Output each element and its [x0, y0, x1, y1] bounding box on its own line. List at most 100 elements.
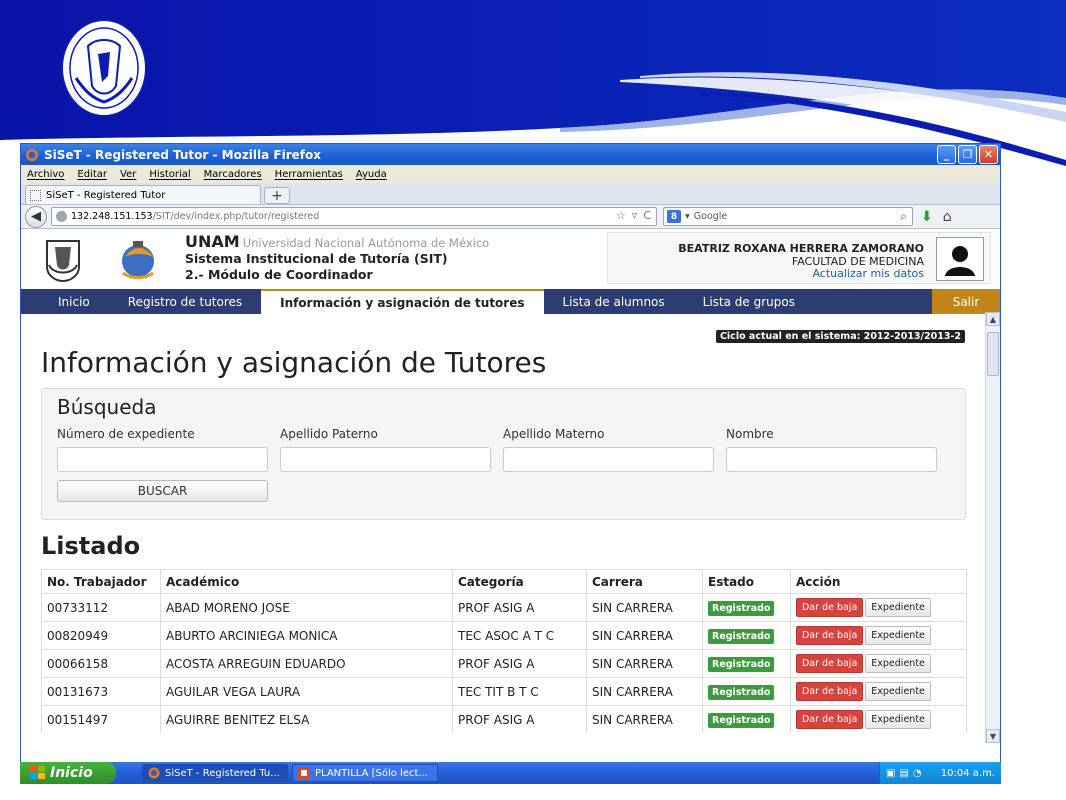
cell-career: SIN CARRERA	[586, 649, 703, 678]
nombre-input[interactable]	[726, 447, 937, 472]
url-bar[interactable]: 132.248.151.153/SIT/dev/index.php/tutor/…	[51, 207, 657, 226]
firefox-icon	[26, 148, 38, 161]
taskbar-item-firefox[interactable]: SiSeT - Registered Tu...	[142, 764, 288, 782]
nav-item-lista-grupos[interactable]: Lista de grupos	[684, 289, 814, 314]
download-arrow-icon[interactable]: ⬇	[921, 209, 933, 225]
table-row: 00820949 ABURTO ARCINIEGA MONICA TEC ASO…	[41, 621, 967, 650]
firefox-icon	[148, 767, 160, 779]
url-host: 132.248.151.153	[71, 211, 153, 222]
new-tab-button[interactable]: +	[264, 187, 290, 204]
drop-tutor-button[interactable]: Dar de baja	[796, 710, 864, 729]
taskbar-item-label: PLANTILLA [Sólo lect...	[315, 767, 428, 779]
cell-num: 00733112	[41, 593, 161, 622]
col-carrera[interactable]: Carrera	[586, 569, 703, 594]
cell-status: Registrado	[702, 621, 791, 650]
org-full: Universidad Nacional Autónoma de México	[242, 236, 490, 250]
close-icon[interactable]: ✕	[979, 145, 998, 164]
restore-icon[interactable]: ❐	[958, 145, 977, 164]
browser-tab[interactable]: SiSeT - Registered Tutor	[25, 185, 261, 204]
search-icon[interactable]: ⌕	[900, 209, 907, 224]
cycle-badge: Ciclo actual en el sistema: 2012-2013/20…	[715, 330, 965, 343]
tray-network-icon[interactable]: ▤	[899, 768, 908, 779]
url-path: /SIT/dev/index.php/tutor/registered	[152, 211, 320, 222]
sit-logo	[122, 241, 154, 279]
powerpoint-icon	[298, 767, 310, 779]
cell-category: TEC ASOC A T C	[452, 621, 587, 650]
nav-item-lista-alumnos[interactable]: Lista de alumnos	[544, 289, 684, 314]
col-no-trabajador[interactable]: No. Trabajador	[41, 569, 161, 594]
field-paterno: Apellido Paterno	[280, 427, 492, 472]
menu-herramientas[interactable]: Herramientas	[275, 169, 343, 180]
status-badge: Registrado	[708, 656, 775, 672]
taskbar-item-powerpoint[interactable]: PLANTILLA [Sólo lect...	[292, 764, 438, 782]
expediente-input[interactable]	[57, 447, 268, 472]
start-button[interactable]: Inicio	[20, 762, 116, 784]
drop-tutor-button[interactable]: Dar de baja	[796, 626, 864, 645]
cell-category: PROF ASIG A	[452, 649, 587, 678]
menu-editar[interactable]: Editar	[77, 169, 107, 180]
avatar	[936, 237, 984, 281]
cell-name: AGUILAR VEGA LAURA	[160, 677, 453, 706]
drop-tutor-button[interactable]: Dar de baja	[796, 654, 864, 673]
cell-num: 00131673	[41, 677, 161, 706]
cell-status: Registrado	[702, 593, 791, 622]
search-title: Búsqueda	[57, 395, 157, 419]
system-name: Sistema Institucional de Tutoría (SIT)	[185, 251, 448, 266]
bookmark-star-icon[interactable]: ☆	[616, 209, 626, 222]
status-badge: Registrado	[708, 628, 775, 644]
record-button[interactable]: Expediente	[865, 710, 931, 729]
menu-marcadores[interactable]: Marcadores	[204, 169, 262, 180]
menu-ver[interactable]: Ver	[120, 169, 136, 180]
status-badge: Registrado	[708, 684, 775, 700]
home-icon[interactable]: ⌂	[943, 209, 952, 225]
tray-shield-icon[interactable]: ▣	[886, 768, 895, 779]
cell-actions: Dar de baja Expediente	[790, 705, 967, 733]
scroll-thumb[interactable]	[987, 332, 999, 376]
scroll-up-icon[interactable]: ▲	[986, 312, 1000, 326]
menu-historial[interactable]: Historial	[149, 169, 190, 180]
list-title: Listado	[41, 532, 141, 560]
cell-name: ACOSTA ARREGUIN EDUARDO	[160, 649, 453, 678]
update-profile-link[interactable]: Actualizar mis datos	[812, 267, 924, 280]
back-arrow-icon[interactable]: ◀	[25, 205, 47, 228]
record-button[interactable]: Expediente	[865, 654, 931, 673]
navigation-toolbar: ◀ 132.248.151.153/SIT/dev/index.php/tuto…	[21, 205, 1000, 229]
logout-button[interactable]: Salir	[932, 289, 1000, 314]
col-categoria[interactable]: Categoría	[452, 569, 587, 594]
minimize-icon[interactable]: _	[937, 145, 956, 164]
web-search-bar[interactable]: 8 ▾ Google ⌕	[663, 207, 913, 226]
nav-item-registro-tutores[interactable]: Registro de tutores	[109, 289, 261, 314]
status-badge: Registrado	[708, 712, 775, 728]
cell-num: 00066158	[41, 649, 161, 678]
field-expediente: Número de expediente	[57, 427, 269, 472]
col-academico[interactable]: Académico	[160, 569, 453, 594]
scroll-down-icon[interactable]: ▼	[986, 729, 1000, 743]
site-title-block: UNAM Universidad Nacional Autónoma de Méx…	[185, 232, 489, 283]
menu-archivo[interactable]: Archivo	[27, 169, 64, 180]
apellido-paterno-input[interactable]	[280, 447, 491, 472]
col-estado[interactable]: Estado	[702, 569, 791, 594]
cell-category: PROF ASIG A	[452, 593, 587, 622]
record-button[interactable]: Expediente	[865, 682, 931, 701]
search-button[interactable]: BUSCAR	[57, 480, 268, 502]
site-header: UNAM Universidad Nacional Autónoma de Méx…	[21, 229, 1000, 289]
menu-bar: Archivo Editar Ver Historial Marcadores …	[21, 165, 1000, 183]
user-name: BEATRIZ ROXANA HERRERA ZAMORANO	[678, 242, 924, 255]
page-scrollbar[interactable]: ▲ ▼	[985, 312, 1000, 743]
drop-tutor-button[interactable]: Dar de baja	[796, 682, 864, 701]
cell-actions: Dar de baja Expediente	[790, 677, 967, 706]
drop-tutor-button[interactable]: Dar de baja	[796, 598, 864, 617]
apellido-materno-input[interactable]	[503, 447, 714, 472]
field-expediente-label: Número de expediente	[57, 427, 195, 441]
windows-flag-icon	[30, 766, 45, 779]
nav-item-informacion-asignacion[interactable]: Información y asignación de tutores	[261, 289, 544, 314]
dropdown-arrow-icon[interactable]: ▿	[632, 209, 638, 222]
window-titlebar: SiSeT - Registered Tutor - Mozilla Firef…	[21, 144, 1000, 165]
record-button[interactable]: Expediente	[865, 626, 931, 645]
nav-item-inicio[interactable]: Inicio	[21, 289, 109, 314]
record-button[interactable]: Expediente	[865, 598, 931, 617]
tray-volume-icon[interactable]: ◔	[913, 768, 922, 779]
cell-num: 00151497	[41, 705, 161, 733]
menu-ayuda[interactable]: Ayuda	[356, 169, 387, 180]
reload-icon[interactable]: C	[643, 209, 651, 222]
